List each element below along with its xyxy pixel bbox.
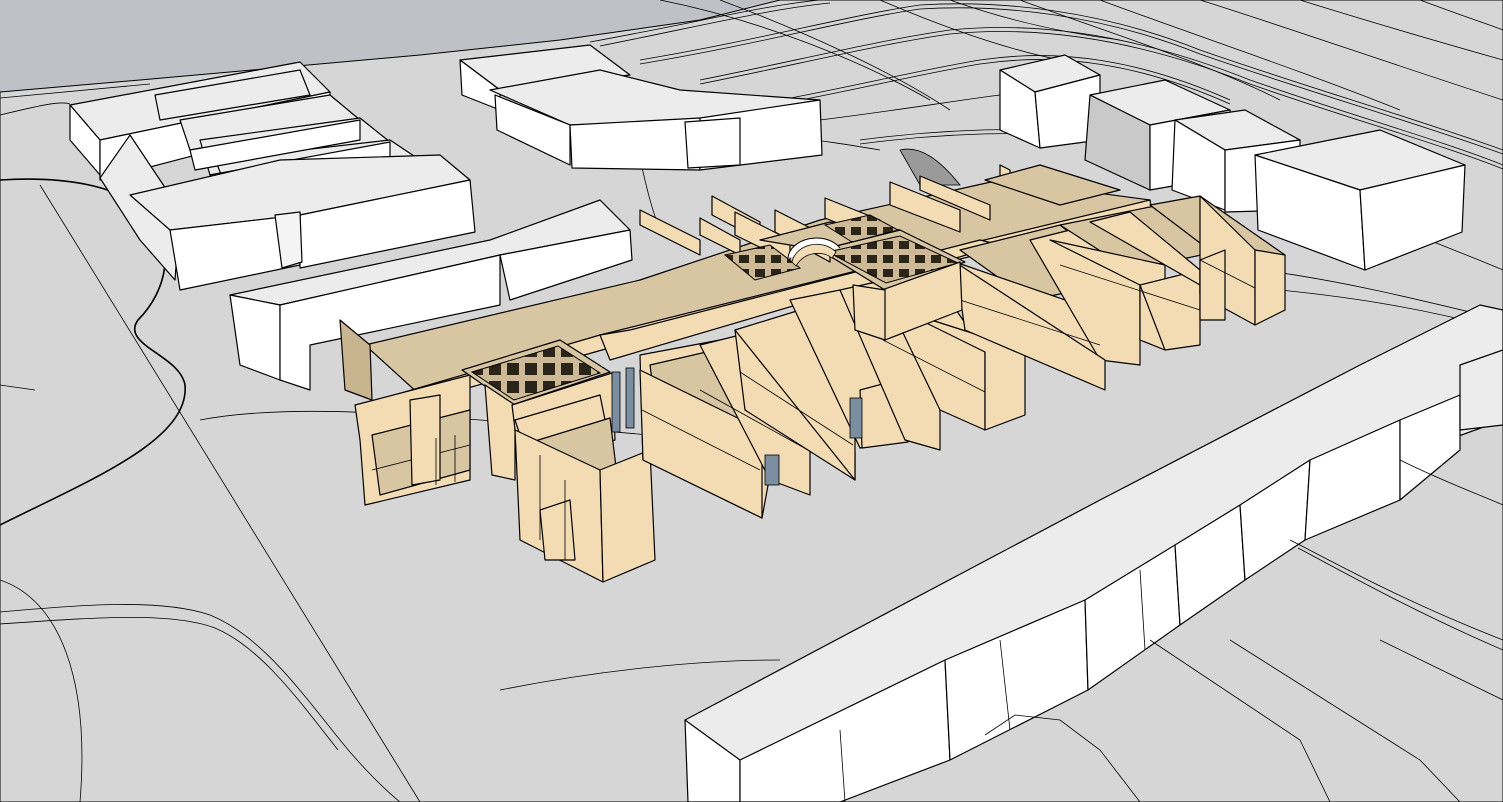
3d-viewport[interactable] bbox=[0, 0, 1503, 802]
model-scene[interactable] bbox=[0, 0, 1503, 802]
